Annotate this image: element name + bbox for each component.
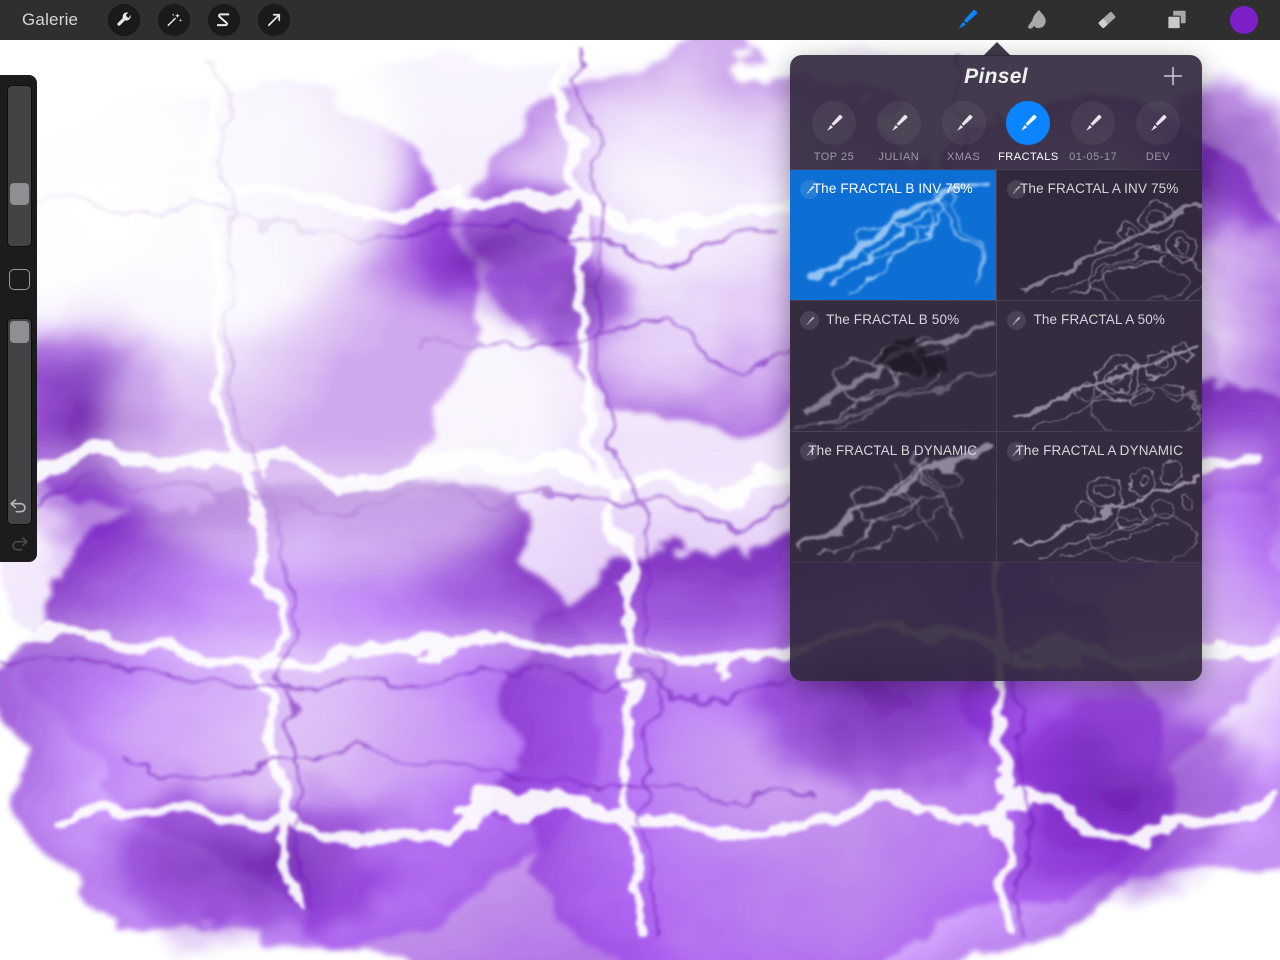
top-toolbar-right-group [950, 3, 1280, 37]
redo-arrow-icon [8, 534, 30, 557]
brush-preview-thumbnail [996, 432, 1202, 562]
brush-set-label: DEV [1145, 151, 1171, 163]
brush-set-01-05-17[interactable]: 01-05-17 [1063, 101, 1123, 163]
left-sidebar [0, 75, 37, 562]
layers-button[interactable] [1160, 3, 1194, 37]
top-toolbar: Galerie [0, 0, 1280, 40]
eraser-icon [1094, 7, 1120, 33]
redo-button[interactable] [0, 530, 37, 560]
brush-set-julian[interactable]: JULIAN [869, 101, 929, 163]
selection-button[interactable] [208, 4, 241, 36]
brush-item-fractal-a-dynamic[interactable]: The FRACTAL A DYNAMIC [995, 432, 1202, 562]
procreate-window: Galerie Pinsel TOP 25 JULIAN XMAS FRACTA… [0, 0, 1280, 960]
undo-arrow-icon [8, 496, 30, 519]
brush-item-fractal-b-dynamic[interactable]: The FRACTAL B DYNAMIC [790, 432, 996, 562]
plus-icon [1161, 64, 1185, 93]
brush-item-fractal-a-50[interactable]: The FRACTAL A 50% [995, 301, 1202, 431]
brush-size-slider-thumb[interactable] [10, 183, 29, 205]
brush-preview-thumbnail [996, 170, 1202, 300]
brush-row: The FRACTAL B 50% The FRACTAL A 50% [790, 301, 1202, 432]
color-swatch-button[interactable] [1230, 6, 1258, 34]
brush-set-label: JULIAN [878, 151, 920, 163]
adjustments-button[interactable] [158, 4, 191, 36]
brush-stroke-icon [1135, 101, 1180, 145]
opacity-slider-thumb[interactable] [10, 321, 29, 343]
brush-badge-icon [800, 442, 819, 461]
brush-set-fractals[interactable]: FRACTALS [998, 101, 1058, 163]
brush-badge-icon [1006, 442, 1026, 461]
brush-set-label: XMAS [947, 151, 981, 163]
brush-size-slider[interactable] [7, 85, 32, 247]
brush-set-tabs: TOP 25 JULIAN XMAS FRACTALS 01-05-17 DEV [790, 99, 1202, 163]
brush-icon [954, 7, 980, 33]
brush-preview-thumbnail [790, 432, 996, 562]
brush-stroke-icon [1006, 101, 1051, 145]
paint-brush-tool-button[interactable] [950, 3, 984, 37]
panel-caret [983, 42, 1011, 56]
top-toolbar-left-group: Galerie [0, 4, 291, 36]
brush-set-xmas[interactable]: XMAS [934, 101, 994, 163]
brush-set-label: TOP 25 [813, 151, 855, 163]
eraser-tool-button[interactable] [1090, 3, 1124, 37]
brush-set-label: 01-05-17 [1069, 151, 1118, 163]
brush-item-fractal-b-inv-75[interactable]: The FRACTAL B INV 75% [790, 170, 996, 300]
brush-preview-thumbnail [790, 170, 996, 300]
brush-list: The FRACTAL B INV 75% The FRACTAL A INV … [790, 169, 1202, 563]
wrench-icon [115, 11, 133, 29]
brush-stroke-icon [941, 101, 986, 145]
magic-wand-icon [165, 11, 183, 29]
gallery-button[interactable]: Galerie [22, 10, 78, 30]
actions-button[interactable] [108, 4, 141, 36]
brush-preview-thumbnail [996, 301, 1202, 431]
smudge-icon [1024, 7, 1050, 33]
modify-button[interactable] [9, 269, 30, 290]
brush-badge-icon [800, 180, 819, 199]
brush-badge-icon [1006, 180, 1026, 199]
add-brush-button[interactable] [1158, 63, 1188, 93]
brush-set-label: FRACTALS [998, 151, 1059, 163]
brush-preview-thumbnail [790, 301, 996, 431]
panel-header: Pinsel [790, 55, 1202, 99]
brush-stroke-icon [812, 101, 856, 145]
brush-item-fractal-b-50[interactable]: The FRACTAL B 50% [790, 301, 996, 431]
brush-stroke-icon [876, 101, 921, 145]
transform-button[interactable] [258, 4, 291, 36]
selection-s-icon [215, 11, 233, 29]
brush-stroke-icon [1071, 101, 1116, 145]
brush-badge-icon [800, 311, 819, 330]
brush-set-top-25[interactable]: TOP 25 [804, 101, 864, 163]
brush-row: The FRACTAL B INV 75% The FRACTAL A INV … [790, 170, 1202, 301]
smudge-tool-button[interactable] [1020, 3, 1054, 37]
brush-item-fractal-a-inv-75[interactable]: The FRACTAL A INV 75% [995, 170, 1202, 300]
brush-row: The FRACTAL B DYNAMIC The FRACTAL A DYNA… [790, 432, 1202, 563]
transform-arrow-icon [265, 11, 283, 29]
brush-badge-icon [1006, 311, 1026, 330]
layers-icon [1164, 7, 1190, 33]
undo-button[interactable] [0, 492, 37, 522]
brush-set-dev[interactable]: DEV [1128, 101, 1188, 163]
brush-library-panel: Pinsel TOP 25 JULIAN XMAS FRACTALS 01-05… [790, 55, 1202, 681]
panel-title: Pinsel [964, 65, 1028, 88]
